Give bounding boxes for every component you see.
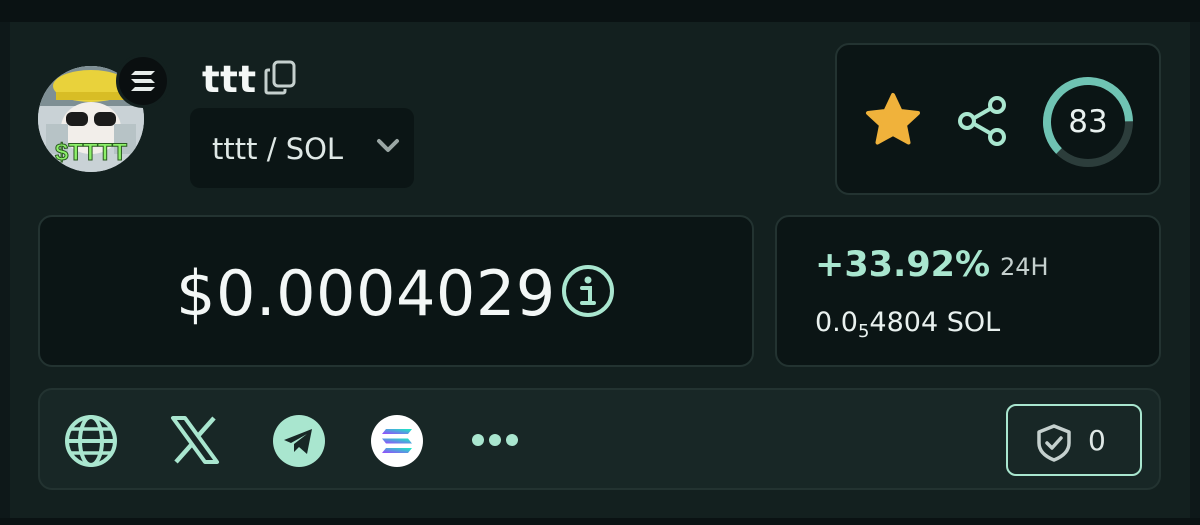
top-bar (0, 0, 1200, 22)
links-bar: 0 (38, 388, 1161, 490)
pair-selector[interactable]: tttt / SOL (190, 108, 414, 188)
score-value: 83 (1068, 104, 1108, 140)
price-change-card: +33.92% 24H 0.054804 SOL (775, 215, 1161, 367)
sol-price-digits: 4804 (869, 307, 939, 338)
token-name: ttt (202, 58, 257, 101)
bottom-bar (0, 518, 1200, 525)
change-period: 24H (1000, 253, 1049, 281)
usd-price: $0.0004029 (176, 257, 556, 330)
shield-check-icon (1037, 424, 1071, 462)
pair-label: tttt / SOL (212, 132, 344, 166)
audit-count: 0 (1088, 424, 1106, 457)
sol-price-zero-count: 5 (857, 321, 870, 342)
globe-icon[interactable] (64, 414, 118, 468)
star-icon[interactable] (863, 91, 923, 149)
telegram-icon[interactable] (272, 414, 326, 468)
sol-price-unit: SOL (938, 307, 1001, 338)
actions-panel: 83 (835, 43, 1161, 195)
sol-price: 0.054804 SOL (815, 307, 1000, 342)
price-card: $0.0004029 (38, 215, 754, 367)
change-percent: +33.92% (815, 245, 991, 285)
copy-icon[interactable] (264, 60, 298, 96)
share-icon[interactable] (955, 95, 1011, 147)
audit-button[interactable]: 0 (1006, 404, 1142, 476)
avatar-text: $TTTT (55, 139, 127, 166)
info-icon[interactable] (560, 263, 616, 319)
sol-price-prefix: 0.0 (815, 307, 858, 338)
solana-icon (131, 71, 155, 91)
chain-badge (116, 54, 170, 108)
solana-icon[interactable] (370, 414, 424, 468)
more-icon[interactable] (470, 430, 520, 450)
x-icon[interactable] (170, 416, 220, 464)
chevron-down-icon (377, 139, 399, 152)
